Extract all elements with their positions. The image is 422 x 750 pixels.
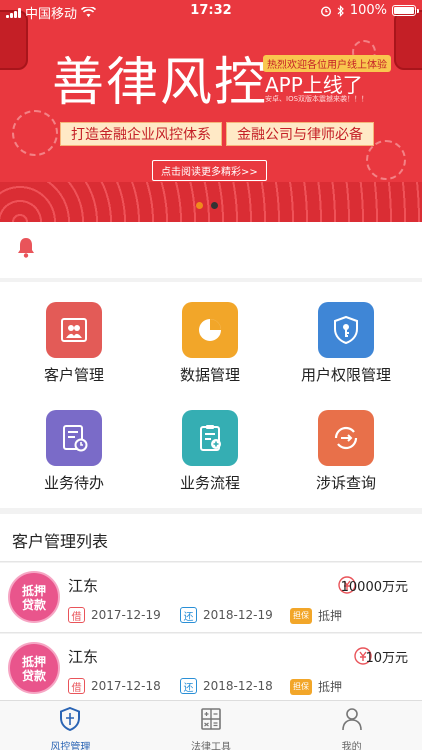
guarantee-tag: 担保 bbox=[290, 678, 312, 695]
loan-badge: 抵押 贷款 bbox=[8, 571, 60, 623]
loan-amount: 10000万元 bbox=[340, 580, 408, 595]
customer-icon bbox=[46, 302, 102, 358]
shield-key-icon bbox=[318, 302, 374, 358]
tile-label: 客户管理 bbox=[43, 366, 104, 384]
borrow-tag: 借 bbox=[68, 678, 85, 694]
battery-percent: 100% bbox=[349, 3, 387, 18]
loan-badge: 抵押 贷款 bbox=[8, 642, 60, 694]
tile-label: 涉诉查询 bbox=[315, 474, 376, 492]
banner-subtitle: 安卓、IOS双版本震撼来袭！！！ bbox=[265, 95, 369, 103]
tile-customer-management[interactable]: 客户管理 bbox=[4, 302, 144, 385]
tile-label: 业务流程 bbox=[179, 474, 240, 492]
carousel-dots[interactable] bbox=[196, 202, 218, 209]
list-item[interactable]: 抵押 贷款 江东 10000万元 借 2017-12-19 还 2018-12-1… bbox=[0, 563, 422, 633]
borrow-date: 2017-12-19 bbox=[91, 608, 161, 622]
return-date: 2018-12-18 bbox=[203, 679, 273, 693]
return-tag: 还 bbox=[180, 607, 197, 623]
carousel-dot[interactable] bbox=[211, 202, 218, 209]
banner-pill-left: 打造金融企业风控体系 bbox=[60, 122, 222, 146]
tab-label: 风控管理 bbox=[50, 742, 91, 750]
tab-mine[interactable]: 我的 bbox=[281, 701, 422, 750]
borrow-date: 2017-12-18 bbox=[91, 679, 161, 693]
read-more-link[interactable]: 点击阅读更多精彩>> bbox=[152, 160, 267, 181]
clipboard-icon bbox=[182, 410, 238, 466]
tab-label: 我的 bbox=[341, 742, 362, 750]
guarantee-tag: 担保 bbox=[290, 607, 312, 624]
loan-type: 抵押 bbox=[318, 609, 343, 623]
list-title: 客户管理列表 bbox=[12, 532, 109, 551]
alarm-icon bbox=[320, 5, 331, 17]
tile-data-management[interactable]: 数据管理 bbox=[140, 302, 280, 385]
borrow-tag: 借 bbox=[68, 607, 85, 623]
carousel-dot[interactable] bbox=[196, 202, 203, 209]
promo-banner[interactable]: 善律风控 热烈欢迎各位用户线上体验 APP上线了 安卓、IOS双版本震撼来袭！！… bbox=[0, 0, 422, 222]
banner-title: 善律风控 bbox=[52, 53, 269, 113]
tile-permission-management[interactable]: 用户权限管理 bbox=[276, 302, 416, 385]
tab-risk-control[interactable]: 风控管理 bbox=[0, 701, 141, 750]
tab-label: 法律工具 bbox=[191, 742, 231, 750]
loan-type: 抵押 bbox=[318, 680, 343, 694]
feature-grid: 客户管理 数据管理 用户权限管理 业务待办 业务流程 涉诉查询 bbox=[0, 282, 422, 508]
customer-name: 江东 bbox=[68, 577, 99, 595]
return-date: 2018-12-19 bbox=[203, 608, 273, 622]
calculator-icon bbox=[201, 708, 221, 730]
flower-decoration bbox=[12, 110, 58, 156]
list-item[interactable]: 抵押 贷款 江东 10万元 借 2017-12-18 还 2018-12-18 担… bbox=[0, 634, 422, 704]
customer-name: 江东 bbox=[68, 648, 99, 666]
tile-label: 数据管理 bbox=[179, 366, 240, 384]
tab-bar: 风控管理 法律工具 我的 bbox=[0, 700, 422, 750]
tab-legal-tools[interactable]: 法律工具 bbox=[141, 701, 282, 750]
pie-chart-icon bbox=[182, 302, 238, 358]
flower-decoration bbox=[366, 140, 406, 180]
tile-label: 用户权限管理 bbox=[300, 366, 391, 384]
tile-label: 业务待办 bbox=[43, 474, 104, 492]
tile-workflow[interactable]: 业务流程 bbox=[140, 410, 280, 493]
transfer-icon bbox=[318, 410, 374, 466]
tile-litigation-query[interactable]: 涉诉查询 bbox=[276, 410, 416, 493]
loan-amount: 10万元 bbox=[365, 651, 408, 666]
return-tag: 还 bbox=[180, 678, 197, 694]
person-icon bbox=[341, 708, 362, 731]
list-header: 客户管理列表 bbox=[0, 514, 422, 562]
banner-pill-right: 金融公司与律师必备 bbox=[226, 122, 374, 146]
shield-icon bbox=[60, 706, 81, 732]
notice-bar[interactable] bbox=[0, 222, 422, 278]
bell-icon[interactable] bbox=[16, 236, 36, 258]
bluetooth-icon bbox=[337, 4, 344, 17]
battery-icon bbox=[392, 5, 419, 16]
todo-icon bbox=[46, 410, 102, 466]
status-bar: 中国移动 17:32 100% bbox=[0, 0, 422, 22]
tile-todo[interactable]: 业务待办 bbox=[4, 410, 144, 493]
